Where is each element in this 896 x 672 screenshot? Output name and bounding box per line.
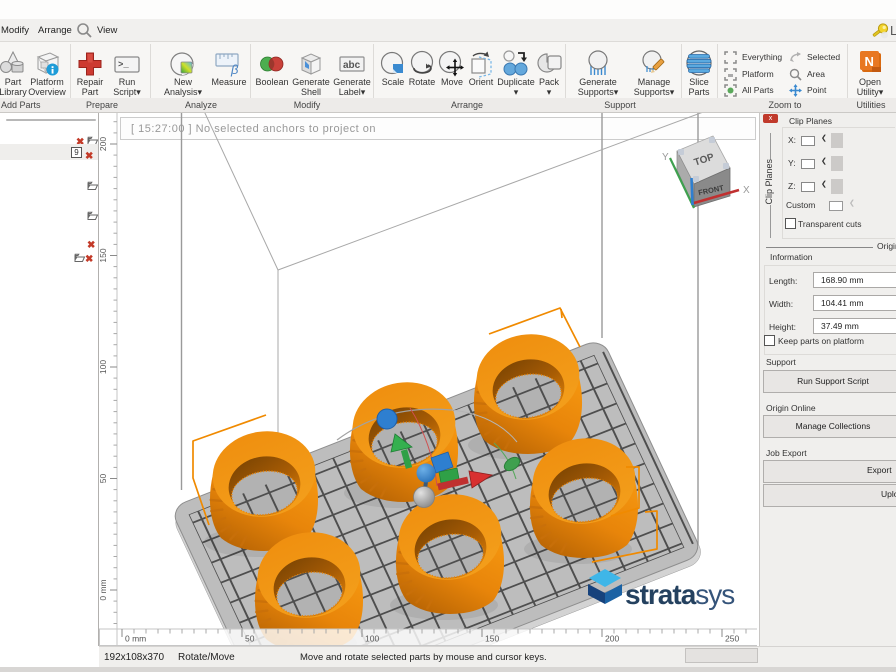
svg-text:100: 100 — [365, 634, 379, 644]
svg-text:abc: abc — [343, 60, 361, 71]
svg-text:stratasys: stratasys — [625, 579, 734, 610]
svg-text:200: 200 — [99, 137, 108, 151]
svg-text:Y: Y — [662, 152, 669, 163]
svg-text:0 mm: 0 mm — [125, 634, 146, 644]
svg-text:150: 150 — [485, 634, 499, 644]
svg-text:50: 50 — [245, 634, 255, 644]
svg-text:β: β — [230, 62, 239, 77]
svg-text:250: 250 — [725, 634, 739, 644]
svg-text:[ 15:27:00 ] No selected ancho: [ 15:27:00 ] No selected anchors to proj… — [131, 123, 376, 135]
svg-text:200: 200 — [605, 634, 619, 644]
svg-text:>_: >_ — [118, 60, 129, 70]
svg-text:N: N — [865, 54, 874, 69]
svg-text:100: 100 — [99, 360, 108, 374]
svg-text:150: 150 — [99, 248, 108, 262]
svg-text:50: 50 — [99, 474, 108, 484]
svg-text:0 mm: 0 mm — [99, 579, 108, 600]
svg-text:X: X — [743, 185, 750, 196]
